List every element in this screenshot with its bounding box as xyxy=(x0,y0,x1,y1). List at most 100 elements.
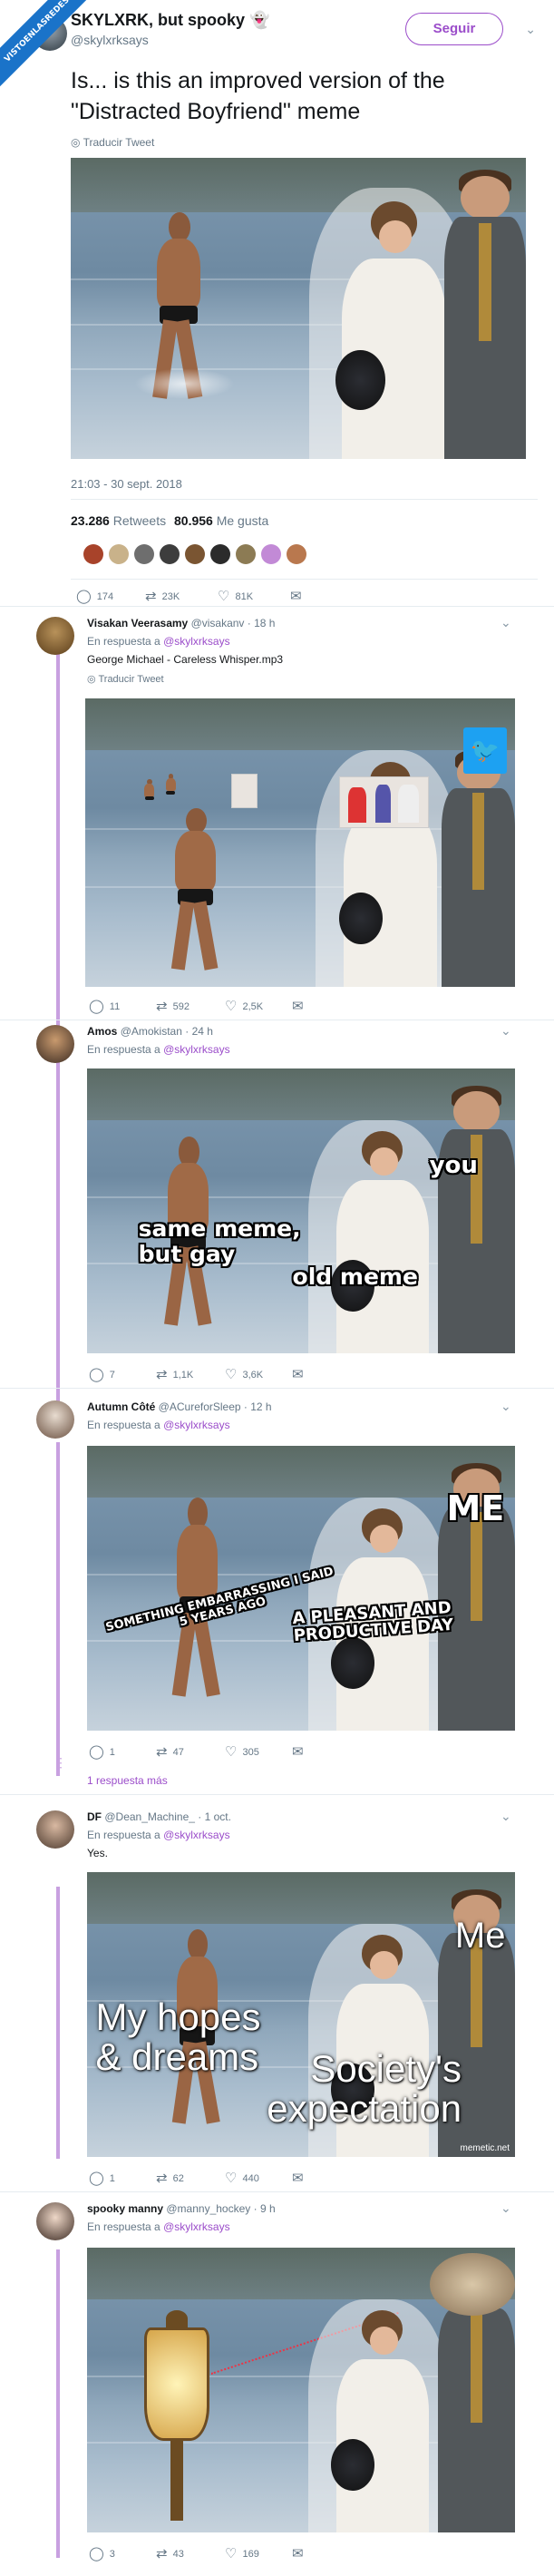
thread-line xyxy=(56,1442,60,1776)
avatar[interactable] xyxy=(36,1025,74,1063)
retweet-button[interactable]: ⇄ 62 xyxy=(156,2171,184,2185)
tweet-timestamp[interactable]: 21:03 - 30 sept. 2018 xyxy=(71,477,182,491)
chevron-down-icon[interactable]: ⌄ xyxy=(525,22,536,37)
dm-button[interactable]: ✉ xyxy=(292,2547,304,2561)
reply-photo[interactable]: ME SOMETHING EMBARRASSING I SAID 5 YEARS… xyxy=(87,1446,515,1731)
lamp-icon xyxy=(139,2310,216,2522)
reply-context: En respuesta a @skylxrksays xyxy=(87,1419,230,1431)
reply-author[interactable]: Visakan Veerasamy @visakanv · 18 h xyxy=(87,617,275,629)
retweet-button[interactable]: ⇄ 47 xyxy=(156,1745,184,1759)
thread-line xyxy=(56,1061,60,1415)
reply-button[interactable]: ◯ 11 xyxy=(89,1000,120,1013)
like-button[interactable]: ♡ 169 xyxy=(225,2547,259,2561)
avatar[interactable] xyxy=(236,544,256,564)
chevron-down-icon[interactable]: ⌄ xyxy=(501,615,511,630)
retweet-button[interactable]: ⇄ 1,1K xyxy=(156,1368,193,1381)
avatar[interactable] xyxy=(261,544,281,564)
reply-photo[interactable]: you same meme, but gay old meme xyxy=(87,1068,515,1353)
meme-label-same-meme: same meme, but gay xyxy=(138,1215,301,1267)
envelope-icon: ✉ xyxy=(292,2171,304,2186)
avatar[interactable] xyxy=(36,1810,74,1849)
avatar[interactable] xyxy=(134,544,154,564)
dm-button[interactable]: ✉ xyxy=(292,1368,304,1381)
translate-link[interactable]: ◎ Traducir Tweet xyxy=(71,136,154,149)
retweet-button[interactable]: ⇄ 592 xyxy=(156,1000,190,1013)
avatar[interactable] xyxy=(36,617,74,655)
reply-photo[interactable]: 🐦 xyxy=(85,698,515,987)
like-button[interactable]: ♡ 3,6K xyxy=(225,1368,263,1381)
thread-line xyxy=(56,1887,60,2159)
retweet-icon: ⇄ xyxy=(156,999,168,1014)
envelope-icon: ✉ xyxy=(292,1367,304,1382)
envelope-icon: ✉ xyxy=(292,1744,304,1760)
speech-bubble-icon: ◯ xyxy=(89,2546,104,2561)
heart-icon: ♡ xyxy=(225,2546,238,2561)
globe-icon: ◎ xyxy=(87,674,96,685)
retweet-icon: ⇄ xyxy=(156,2546,168,2561)
avatar[interactable] xyxy=(109,544,129,564)
reply-button[interactable]: ◯ 1 xyxy=(89,1745,115,1759)
reply-photo[interactable]: Me My hopes & dreams Society's expectati… xyxy=(87,1872,515,2157)
chevron-down-icon[interactable]: ⌄ xyxy=(501,1399,511,1414)
translate-link[interactable]: ◎ Traducir Tweet xyxy=(87,673,164,685)
show-more-replies[interactable]: 1 respuesta más xyxy=(87,1774,168,1787)
mention-link[interactable]: @skylxrksays xyxy=(163,635,230,648)
avatar[interactable] xyxy=(210,544,230,564)
meme-label-me: ME xyxy=(446,1488,505,1529)
like-button[interactable]: ♡ 81K xyxy=(218,590,253,603)
dm-button[interactable]: ✉ xyxy=(292,1000,304,1013)
mention-link[interactable]: @skylxrksays xyxy=(163,2220,230,2233)
tweet-header: SKYLXRK, but spooky 👻 @skylxrksays Segui… xyxy=(54,7,538,57)
envelope-icon: ✉ xyxy=(292,2546,304,2561)
dm-button[interactable]: ✉ xyxy=(292,2171,304,2185)
like-stats[interactable]: 80.956 Me gusta xyxy=(174,513,268,528)
user-handle[interactable]: @skylxrksays xyxy=(71,33,149,47)
reply-button[interactable]: ◯ 3 xyxy=(89,2547,115,2561)
reply-author[interactable]: spooky manny @manny_hockey · 9 h xyxy=(87,2202,276,2215)
reply-context: En respuesta a @skylxrksays xyxy=(87,2220,230,2233)
dm-button[interactable]: ✉ xyxy=(290,590,302,603)
reply-author[interactable]: DF @Dean_Machine_ · 1 oct. xyxy=(87,1810,231,1823)
heart-icon: ♡ xyxy=(218,589,230,604)
reply-context: En respuesta a @skylxrksays xyxy=(87,1043,230,1056)
like-button[interactable]: ♡ 2,5K xyxy=(225,1000,263,1013)
mention-link[interactable]: @skylxrksays xyxy=(163,1043,230,1056)
avatar[interactable] xyxy=(83,544,103,564)
heart-icon: ♡ xyxy=(225,999,238,1014)
mention-link[interactable]: @skylxrksays xyxy=(163,1829,230,1841)
meme-credit: memetic.net xyxy=(460,2143,510,2153)
mention-link[interactable]: @skylxrksays xyxy=(163,1419,230,1431)
like-button[interactable]: ♡ 440 xyxy=(225,2171,259,2185)
reply-author[interactable]: Amos @Amokistan · 24 h xyxy=(87,1025,213,1038)
envelope-icon: ✉ xyxy=(292,999,304,1014)
retweet-stats[interactable]: 23.286 Retweets xyxy=(71,513,166,528)
chevron-down-icon[interactable]: ⌄ xyxy=(501,2200,511,2216)
chevron-down-icon[interactable]: ⌄ xyxy=(501,1023,511,1039)
follow-button[interactable]: Seguir xyxy=(405,13,503,45)
reply-author[interactable]: Autumn Côté @ACureforSleep · 12 h xyxy=(87,1400,272,1413)
retweet-button[interactable]: ⇄ 43 xyxy=(156,2547,184,2561)
avatar[interactable] xyxy=(36,2202,74,2240)
retweet-icon: ⇄ xyxy=(156,1367,168,1382)
reply-photo[interactable] xyxy=(87,2248,515,2532)
reply-button[interactable]: ◯ 1 xyxy=(89,2171,115,2185)
avatar[interactable] xyxy=(185,544,205,564)
retweet-button[interactable]: ⇄ 23K xyxy=(145,590,180,603)
like-button[interactable]: ♡ 305 xyxy=(225,1745,259,1759)
thread-line xyxy=(56,649,60,1084)
thread-dots: ⋮ xyxy=(54,1755,67,1770)
twitter-bird-icon: 🐦 xyxy=(463,727,507,774)
tweet-photo[interactable] xyxy=(71,158,526,459)
dm-button[interactable]: ✉ xyxy=(292,1745,304,1759)
chevron-down-icon[interactable]: ⌄ xyxy=(501,1809,511,1824)
reply-button[interactable]: ◯ 174 xyxy=(76,590,113,603)
avatar[interactable] xyxy=(160,544,180,564)
reply-button[interactable]: ◯ 7 xyxy=(89,1368,115,1381)
tweet-text: Is... is this an improved version of the… xyxy=(71,68,445,124)
avatar[interactable] xyxy=(36,1400,74,1439)
meme-label-old-meme: old meme xyxy=(292,1263,418,1290)
display-name[interactable]: SKYLXRK, but spooky 👻 xyxy=(71,11,269,30)
speech-bubble-icon: ◯ xyxy=(89,2171,104,2186)
avatar[interactable] xyxy=(287,544,306,564)
reply-text: George Michael - Careless Whisper.mp3 xyxy=(87,653,284,666)
